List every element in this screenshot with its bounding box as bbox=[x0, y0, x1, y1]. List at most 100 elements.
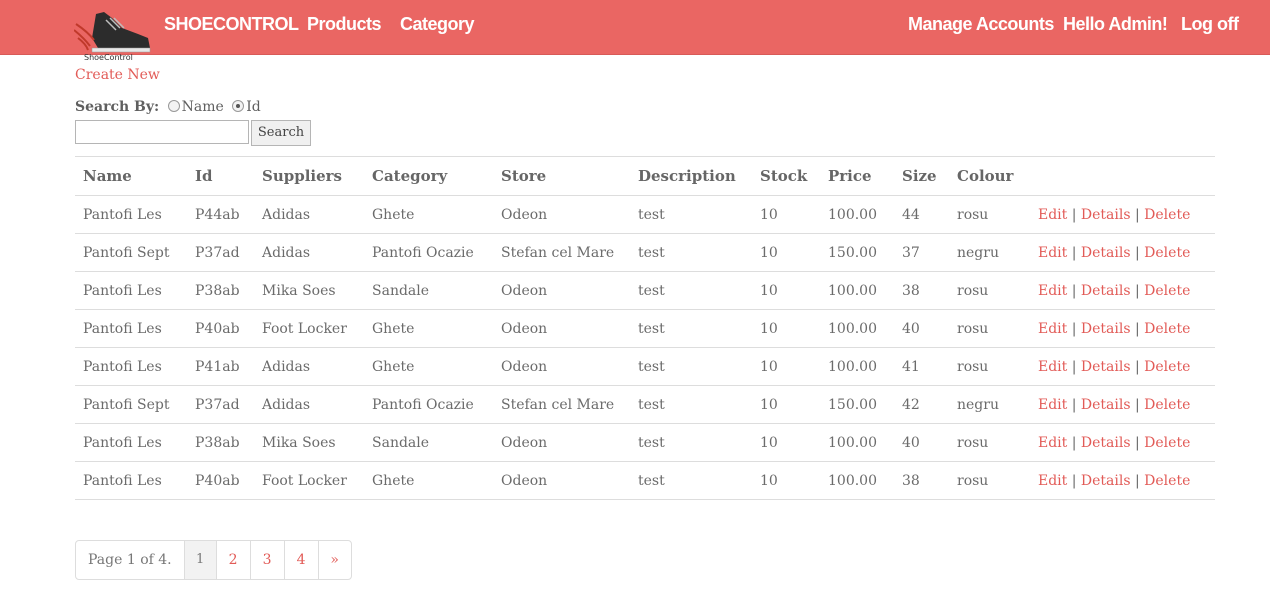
cell-stock: 10 bbox=[752, 271, 820, 310]
brand-link[interactable]: SHOECONTROL bbox=[164, 14, 299, 35]
edit-link[interactable]: Edit bbox=[1038, 473, 1067, 489]
action-separator: | bbox=[1067, 396, 1081, 413]
edit-link[interactable]: Edit bbox=[1038, 245, 1067, 261]
action-separator: | bbox=[1130, 434, 1145, 451]
col-header-category: Category bbox=[364, 156, 493, 196]
cell-description: test bbox=[630, 271, 752, 310]
nav-category[interactable]: Category bbox=[400, 14, 475, 35]
action-separator: | bbox=[1067, 206, 1081, 223]
nav-products[interactable]: Products bbox=[307, 14, 382, 35]
cell-size: 37 bbox=[894, 233, 949, 272]
cell-size: 42 bbox=[894, 385, 949, 424]
cell-id: P38ab bbox=[187, 271, 254, 310]
details-link[interactable]: Details bbox=[1081, 245, 1131, 261]
cell-name: Pantofi Les bbox=[75, 195, 187, 234]
cell-price: 150.00 bbox=[820, 385, 894, 424]
delete-link[interactable]: Delete bbox=[1144, 397, 1190, 413]
cell-suppliers: Adidas bbox=[254, 233, 364, 272]
edit-link[interactable]: Edit bbox=[1038, 321, 1067, 337]
cell-size: 40 bbox=[894, 309, 949, 348]
col-header-actions bbox=[1030, 156, 1215, 196]
cell-category: Ghete bbox=[364, 461, 493, 500]
details-link[interactable]: Details bbox=[1081, 207, 1131, 223]
search-button[interactable]: Search bbox=[251, 120, 311, 146]
table-row: Pantofi Les P41ab Adidas Ghete Odeon test 10 10… bbox=[75, 347, 1215, 386]
next-page-link[interactable]: » bbox=[317, 541, 351, 579]
radio-id-label: Id bbox=[246, 99, 261, 115]
radio-name[interactable] bbox=[167, 100, 180, 112]
details-link[interactable]: Details bbox=[1081, 359, 1131, 375]
page-1-link[interactable]: 1 bbox=[183, 541, 216, 579]
details-link[interactable]: Details bbox=[1081, 321, 1131, 337]
edit-link[interactable]: Edit bbox=[1038, 397, 1067, 413]
col-header-stock: Stock bbox=[752, 156, 820, 196]
cell-actions: Edit | Details | Delete bbox=[1030, 423, 1215, 462]
action-separator: | bbox=[1130, 282, 1145, 299]
delete-link[interactable]: Delete bbox=[1144, 245, 1190, 261]
cell-description: test bbox=[630, 347, 752, 386]
radio-id[interactable] bbox=[232, 100, 245, 112]
cell-id: P44ab bbox=[187, 195, 254, 234]
cell-colour: negru bbox=[949, 233, 1030, 272]
search-input[interactable] bbox=[75, 120, 249, 144]
delete-link[interactable]: Delete bbox=[1144, 207, 1190, 223]
cell-actions: Edit | Details | Delete bbox=[1030, 347, 1215, 386]
nav-log-off[interactable]: Log off bbox=[1181, 14, 1239, 35]
page-3-link[interactable]: 3 bbox=[249, 541, 284, 579]
details-link[interactable]: Details bbox=[1081, 473, 1131, 489]
edit-link[interactable]: Edit bbox=[1038, 207, 1067, 223]
create-new-link[interactable]: Create New bbox=[75, 67, 160, 83]
cell-actions: Edit | Details | Delete bbox=[1030, 233, 1215, 272]
delete-link[interactable]: Delete bbox=[1144, 435, 1190, 451]
page-2-link[interactable]: 2 bbox=[215, 541, 250, 579]
edit-link[interactable]: Edit bbox=[1038, 283, 1067, 299]
cell-price: 150.00 bbox=[820, 233, 894, 272]
details-link[interactable]: Details bbox=[1081, 397, 1131, 413]
cell-id: P41ab bbox=[187, 347, 254, 386]
cell-category: Pantofi Ocazie bbox=[364, 233, 493, 272]
cell-description: test bbox=[630, 309, 752, 348]
page-4-link[interactable]: 4 bbox=[283, 541, 318, 579]
action-separator: | bbox=[1067, 358, 1081, 375]
delete-link[interactable]: Delete bbox=[1144, 359, 1190, 375]
cell-category: Ghete bbox=[364, 195, 493, 234]
cell-store: Odeon bbox=[493, 461, 630, 500]
edit-link[interactable]: Edit bbox=[1038, 435, 1067, 451]
navbar: ShoeControl SHOECONTROL Products Categor… bbox=[0, 0, 1270, 62]
nav-manage-accounts[interactable]: Manage Accounts bbox=[908, 14, 1054, 35]
cell-colour: rosu bbox=[949, 271, 1030, 310]
col-header-size: Size bbox=[894, 156, 949, 196]
action-separator: | bbox=[1067, 282, 1081, 299]
cell-stock: 10 bbox=[752, 309, 820, 348]
edit-link[interactable]: Edit bbox=[1038, 359, 1067, 375]
cell-store: Odeon bbox=[493, 423, 630, 462]
cell-store: Odeon bbox=[493, 271, 630, 310]
cell-description: test bbox=[630, 461, 752, 500]
cell-stock: 10 bbox=[752, 385, 820, 424]
cell-colour: rosu bbox=[949, 195, 1030, 234]
cell-name: Pantofi Les bbox=[75, 461, 187, 500]
cell-stock: 10 bbox=[752, 195, 820, 234]
cell-suppliers: Mika Soes bbox=[254, 423, 364, 462]
cell-description: test bbox=[630, 423, 752, 462]
cell-name: Pantofi Sept bbox=[75, 385, 187, 424]
cell-suppliers: Foot Locker bbox=[254, 461, 364, 500]
cell-stock: 10 bbox=[752, 233, 820, 272]
nav-hello-admin[interactable]: Hello Admin! bbox=[1063, 14, 1168, 35]
cell-actions: Edit | Details | Delete bbox=[1030, 195, 1215, 234]
cell-category: Ghete bbox=[364, 347, 493, 386]
col-header-price: Price bbox=[820, 156, 894, 196]
details-link[interactable]: Details bbox=[1081, 283, 1131, 299]
delete-link[interactable]: Delete bbox=[1144, 473, 1190, 489]
delete-link[interactable]: Delete bbox=[1144, 321, 1190, 337]
cell-store: Odeon bbox=[493, 347, 630, 386]
cell-id: P40ab bbox=[187, 461, 254, 500]
cell-colour: rosu bbox=[949, 309, 1030, 348]
logo-caption: ShoeControl bbox=[84, 53, 133, 62]
shoe-logo[interactable]: ShoeControl bbox=[74, 8, 154, 64]
action-separator: | bbox=[1067, 320, 1081, 337]
delete-link[interactable]: Delete bbox=[1144, 283, 1190, 299]
details-link[interactable]: Details bbox=[1081, 435, 1131, 451]
cell-name: Pantofi Les bbox=[75, 309, 187, 348]
table-row: Pantofi Les P44ab Adidas Ghete Odeon test 10 10… bbox=[75, 195, 1215, 234]
